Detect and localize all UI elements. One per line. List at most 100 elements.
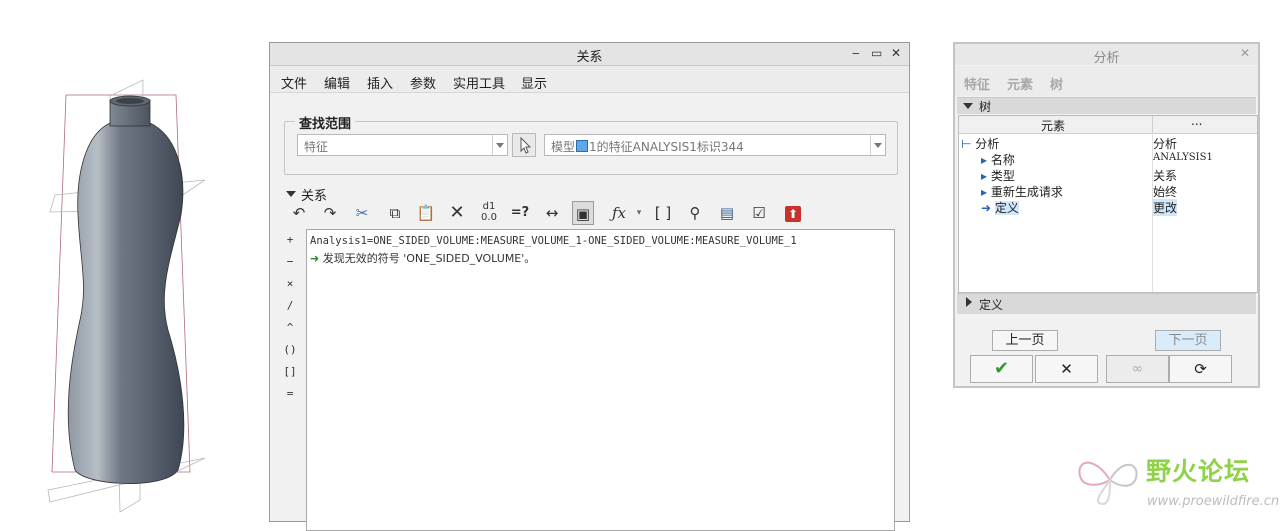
show-dimension-icon[interactable]: ▣ (572, 201, 594, 225)
analysis-node-icon: ⊢ (961, 137, 972, 151)
parameter-lookup-icon[interactable]: ⚲ (684, 201, 706, 225)
operator-minus[interactable]: − (280, 255, 300, 268)
define-section-label: 定义 (979, 298, 1004, 312)
error-arrow-icon: ➜ (310, 252, 320, 265)
checkmark-icon: ✔ (993, 358, 1010, 379)
export-icon[interactable]: ⬆ (782, 201, 804, 225)
preview-button[interactable]: ∞ (1106, 355, 1169, 383)
ok-button[interactable]: ✔ (970, 355, 1033, 383)
repeat-icon: ⟳ (1194, 360, 1207, 378)
expand-triangle-icon[interactable] (966, 297, 972, 307)
tree-row-name[interactable]: ▸ 名称 (981, 151, 1015, 168)
operator-equals[interactable]: = (280, 387, 300, 400)
row-value: 分析 (1153, 137, 1178, 151)
operator-power[interactable]: ^ (280, 321, 300, 334)
operator-multiply[interactable]: × (280, 277, 300, 290)
watermark-brand: 野火论坛 (1146, 457, 1251, 486)
menu-utilities[interactable]: 实用工具 (453, 73, 505, 92)
maximize-icon[interactable]: ▭ (871, 46, 882, 60)
tab-element[interactable]: 元素 (1007, 74, 1033, 93)
tab-feature[interactable]: 特征 (964, 74, 990, 93)
next-button[interactable]: 下一页 (1155, 330, 1221, 351)
menu-file[interactable]: 文件 (281, 73, 307, 92)
sort-relations-icon[interactable]: ▤ (716, 201, 738, 225)
watermark-url: www.proewildfire.cn (1147, 494, 1280, 509)
tree-section-header[interactable]: 树 (957, 97, 1256, 114)
close-icon[interactable]: ✕ (1240, 46, 1250, 60)
tree-row-regenerate[interactable]: ▸ 重新生成请求 (981, 183, 1063, 200)
model-viewport[interactable] (0, 0, 268, 518)
row-label: 类型 (990, 169, 1015, 183)
context-prefix: 模型 (551, 140, 576, 154)
row-label: 分析 (975, 137, 1000, 151)
element-icon: ▸ (981, 153, 988, 167)
lookup-type-value: 特征 (304, 140, 329, 154)
redo-icon[interactable]: ↷ (319, 201, 341, 225)
delete-icon[interactable]: ✕ (446, 201, 468, 225)
row-label: 定义 (994, 201, 1019, 215)
copy-icon[interactable]: ⧉ (384, 201, 406, 225)
row-value: 关系 (1153, 169, 1178, 183)
row-label: 名称 (990, 153, 1015, 167)
relation-line[interactable]: Analysis1=ONE_SIDED_VOLUME:MEASURE_VOLUM… (310, 235, 797, 247)
verify-icon[interactable]: ☑ (748, 201, 770, 225)
chevron-down-icon[interactable] (492, 135, 507, 155)
lookup-context-text: 模型 1的特征ANALYSIS1标识344 (551, 138, 744, 155)
lookup-context-select[interactable]: 模型 1的特征ANALYSIS1标识344 (544, 134, 886, 156)
operator-divide[interactable]: / (280, 299, 300, 312)
tree-row-type[interactable]: ▸ 类型 (981, 167, 1015, 184)
error-message: 发现无效的符号 'ONE_SIDED_VOLUME'。 (322, 252, 536, 265)
undo-icon[interactable]: ↶ (288, 201, 310, 225)
element-tree[interactable]: 元素 ... ⊢ 分析 分析 ▸ 名称 ANALYSIS1 ▸ 类型 关系 ▸ … (958, 114, 1258, 293)
tab-tree[interactable]: 树 (1050, 74, 1063, 93)
part-icon (576, 140, 589, 152)
row-value-selected[interactable]: 更改 (1153, 199, 1178, 216)
chevron-down-icon[interactable] (870, 135, 885, 155)
analysis-tabs: 特征 元素 树 (955, 66, 1258, 96)
row-value: 始终 (1153, 185, 1178, 199)
tree-row-analysis[interactable]: ⊢ 分析 (961, 135, 999, 152)
close-icon: ✕ (1060, 360, 1073, 378)
repeat-button[interactable]: ⟳ (1169, 355, 1232, 383)
bottle-model[interactable] (67, 95, 185, 484)
menu-bar: 文件 编辑 插入 参数 实用工具 显示 (270, 66, 909, 93)
analysis-titlebar[interactable]: 分析 ✕ (955, 44, 1258, 66)
minimize-icon[interactable]: ‒ (852, 46, 860, 60)
butterfly-logo-icon (1078, 461, 1138, 506)
relations-editor[interactable]: Analysis1=ONE_SIDED_VOLUME:MEASURE_VOLUM… (306, 229, 895, 531)
evaluate-icon[interactable]: =? (509, 201, 531, 225)
menu-display[interactable]: 显示 (521, 73, 547, 92)
dimension-icon[interactable]: ↔ (541, 201, 563, 225)
operator-brackets[interactable]: [] (280, 365, 300, 378)
error-line: ➜ 发现无效的符号 'ONE_SIDED_VOLUME'。 (310, 250, 535, 266)
previous-button[interactable]: 上一页 (992, 330, 1058, 351)
element-icon: ▸ (981, 185, 988, 199)
cut-icon[interactable]: ✂ (351, 201, 373, 225)
collapse-triangle-icon[interactable] (286, 191, 296, 197)
analysis-title: 分析 (1093, 51, 1120, 66)
select-pointer-button[interactable] (512, 133, 536, 157)
tree-row-definition[interactable]: ➜ 定义 (981, 199, 1019, 216)
function-dropdown-icon[interactable]: ▾ (628, 201, 650, 225)
column-value: ... (1191, 114, 1203, 128)
function-icon[interactable]: ƒx (608, 201, 630, 225)
operator-plus[interactable]: + (280, 233, 300, 246)
cancel-button[interactable]: ✕ (1035, 355, 1098, 383)
relations-titlebar[interactable]: 关系 ‒ ▭ ✕ (270, 43, 909, 66)
relations-dialog: 关系 ‒ ▭ ✕ 文件 编辑 插入 参数 实用工具 显示 查找范围 特征 模型 1… (269, 42, 910, 531)
lookup-type-select[interactable]: 特征 (297, 134, 508, 156)
element-icon: ▸ (981, 169, 988, 183)
menu-edit[interactable]: 编辑 (324, 73, 350, 92)
lookup-legend: 查找范围 (295, 113, 356, 132)
operator-parentheses[interactable]: () (280, 343, 300, 356)
collapse-triangle-icon[interactable] (963, 103, 973, 109)
close-icon[interactable]: ✕ (891, 46, 901, 60)
decimal-places-icon[interactable]: d1 0.0 (478, 201, 500, 225)
arrow-right-icon: ➜ (981, 201, 992, 215)
define-section-header[interactable]: 定义 (957, 293, 1256, 314)
context-value: 1的特征ANALYSIS1标识344 (589, 140, 744, 154)
menu-insert[interactable]: 插入 (367, 73, 393, 92)
menu-parameters[interactable]: 参数 (410, 73, 436, 92)
paste-icon[interactable]: 📋 (415, 201, 437, 225)
brackets-icon[interactable]: [ ] (652, 201, 674, 225)
